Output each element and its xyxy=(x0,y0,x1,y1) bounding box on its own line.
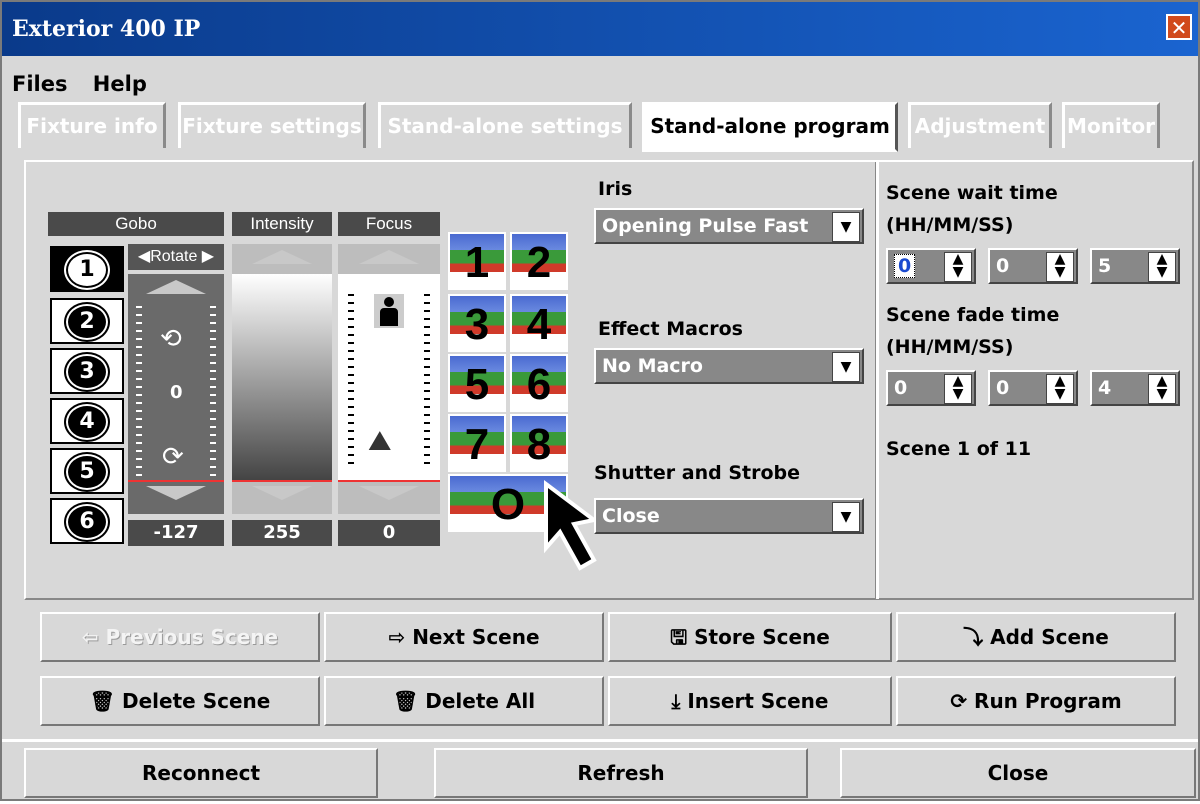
menu-bar: Files Help xyxy=(12,72,165,96)
title-bar: Exterior 400 IP ✕ xyxy=(2,2,1198,56)
wait-hh-spinner[interactable]: 0 ▲ ▼ xyxy=(886,248,976,284)
gobo-button-3[interactable]: 3 xyxy=(50,348,124,394)
tab-monitor[interactable]: Monitor xyxy=(1062,102,1160,148)
intensity-down-arrow[interactable] xyxy=(252,486,312,500)
menu-help[interactable]: Help xyxy=(93,72,147,96)
scene-tile-6[interactable]: 6 xyxy=(510,354,568,412)
focus-down-arrow[interactable] xyxy=(359,486,419,500)
tab-fixture-info[interactable]: Fixture info xyxy=(18,102,166,148)
insert-scene-button[interactable]: ⤓ Insert Scene xyxy=(608,676,892,726)
spinner-arrows-icon[interactable]: ▲ ▼ xyxy=(1046,252,1074,282)
reconnect-button[interactable]: Reconnect xyxy=(24,748,378,798)
scene-fade-label: Scene fade time xyxy=(886,304,1060,326)
intensity-up-arrow[interactable] xyxy=(252,250,312,264)
fade-mm-spinner[interactable]: 0 ▲ ▼ xyxy=(988,370,1078,406)
intensity-value: 255 xyxy=(232,520,332,546)
add-scene-button[interactable]: ⤵ Add Scene xyxy=(896,612,1176,662)
scene-tile-2[interactable]: 2 xyxy=(510,232,568,290)
refresh-button[interactable]: Refresh xyxy=(434,748,808,798)
gobo-rotate-label[interactable]: ◀Rotate ▶ xyxy=(128,244,224,270)
add-scene-icon: ⤵ xyxy=(963,625,991,649)
previous-scene-button[interactable]: ⇦ Previous Scene xyxy=(40,612,320,662)
store-scene-button[interactable]: 🖫 Store Scene xyxy=(608,612,892,662)
scene-wait-format: (HH/MM/SS) xyxy=(886,214,1014,236)
rotate-ccw-icon: ⟲ xyxy=(160,324,182,354)
gobo-value: -127 xyxy=(128,520,224,546)
rotate-cw-icon: ⟳ xyxy=(162,442,184,472)
gobo-button-2[interactable]: 2 xyxy=(50,298,124,344)
scene-tile-5[interactable]: 5 xyxy=(448,354,506,412)
scene-wait-label: Scene wait time xyxy=(886,182,1058,204)
trash-icon: 🗑 xyxy=(89,689,123,713)
fade-ss-spinner[interactable]: 4 ▲ ▼ xyxy=(1090,370,1180,406)
gobo-rotate-slider[interactable]: ⟲ 0 ⟳ xyxy=(128,274,224,514)
arrow-right-icon: ⇨ xyxy=(388,625,413,649)
arrow-left-icon: ⇦ xyxy=(81,625,106,649)
scene-tile-4[interactable]: 4 xyxy=(510,294,568,352)
scene-tile-3[interactable]: 3 xyxy=(448,294,506,352)
gobo-button-1[interactable]: 1 xyxy=(50,246,124,292)
tab-fixture-settings[interactable]: Fixture settings xyxy=(178,102,366,148)
focus-slider[interactable]: ⛰ xyxy=(338,244,440,514)
insert-icon: ⤓ xyxy=(671,689,688,713)
gobo-header: Gobo xyxy=(48,212,224,236)
scene-fade-format: (HH/MM/SS) xyxy=(886,336,1014,358)
menu-files[interactable]: Files xyxy=(12,72,67,96)
gobo-button-5[interactable]: 5 xyxy=(50,448,124,494)
run-program-button[interactable]: ⟳ Run Program xyxy=(896,676,1176,726)
next-scene-button[interactable]: ⇨ Next Scene xyxy=(324,612,604,662)
near-focus-person-icon xyxy=(374,294,404,328)
gobo-button-4[interactable]: 4 xyxy=(50,398,124,444)
tab-stand-alone-settings[interactable]: Stand-alone settings xyxy=(378,102,632,148)
gobo-up-arrow[interactable] xyxy=(146,280,206,294)
wait-mm-spinner[interactable]: 0 ▲ ▼ xyxy=(988,248,1078,284)
gobo-rotate-value: 0 xyxy=(170,382,183,403)
trash-all-icon: 🗑 xyxy=(392,689,426,713)
tab-adjustment[interactable]: Adjustment xyxy=(908,102,1052,148)
spinner-arrows-icon[interactable]: ▲ ▼ xyxy=(1046,374,1074,404)
tab-stand-alone-program[interactable]: Stand-alone program xyxy=(642,102,898,152)
shutter-label: Shutter and Strobe xyxy=(594,462,801,484)
far-focus-mountain-icon: ⛰ xyxy=(368,424,392,457)
panel-divider xyxy=(875,162,879,599)
effect-macros-dropdown[interactable]: No Macro ▼ xyxy=(594,348,864,384)
scene-tile-1[interactable]: 1 xyxy=(448,232,506,290)
iris-dropdown[interactable]: Opening Pulse Fast ▼ xyxy=(594,208,864,244)
gobo-button-6[interactable]: 6 xyxy=(50,498,124,544)
wait-ss-spinner[interactable]: 5 ▲ ▼ xyxy=(1090,248,1180,284)
spinner-arrows-icon[interactable]: ▲ ▼ xyxy=(1148,252,1176,282)
scene-tile-7[interactable]: 7 xyxy=(448,414,506,472)
intensity-header: Intensity xyxy=(232,212,332,236)
intensity-slider[interactable] xyxy=(232,244,332,514)
window-title: Exterior 400 IP xyxy=(12,16,201,42)
chevron-down-icon[interactable]: ▼ xyxy=(832,212,860,242)
iris-label: Iris xyxy=(598,178,633,200)
shutter-dropdown[interactable]: Close ▼ xyxy=(594,498,864,534)
scene-status: Scene 1 of 11 xyxy=(886,438,1032,460)
delete-all-button[interactable]: 🗑 Delete All xyxy=(324,676,604,726)
fade-hh-spinner[interactable]: 0 ▲ ▼ xyxy=(886,370,976,406)
store-icon: 🖫 xyxy=(670,625,695,649)
effect-macros-label: Effect Macros xyxy=(598,318,743,340)
focus-header: Focus xyxy=(338,212,440,236)
close-button[interactable]: Close xyxy=(840,748,1196,798)
focus-value: 0 xyxy=(338,520,440,546)
spinner-arrows-icon[interactable]: ▲ ▼ xyxy=(944,374,972,404)
close-window-icon[interactable]: ✕ xyxy=(1166,14,1192,40)
refresh-cycle-icon: ⟳ xyxy=(950,689,975,713)
spinner-arrows-icon[interactable]: ▲ ▼ xyxy=(1148,374,1176,404)
chevron-down-icon[interactable]: ▼ xyxy=(832,352,860,382)
intensity-fill xyxy=(232,274,332,480)
main-window: Exterior 400 IP ✕ Files Help Fixture inf… xyxy=(0,0,1200,801)
chevron-down-icon[interactable]: ▼ xyxy=(832,502,860,532)
focus-up-arrow[interactable] xyxy=(359,250,419,264)
scene-tile-8[interactable]: 8 xyxy=(510,414,568,472)
gobo-down-arrow[interactable] xyxy=(146,486,206,500)
spinner-arrows-icon[interactable]: ▲ ▼ xyxy=(944,252,972,282)
delete-scene-button[interactable]: 🗑 Delete Scene xyxy=(40,676,320,726)
